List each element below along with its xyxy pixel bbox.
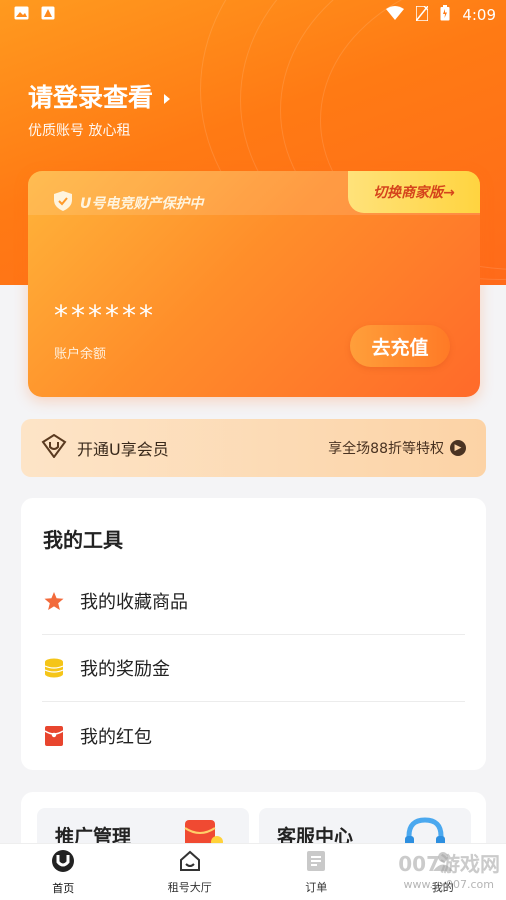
- balance-label: 账户余额: [54, 347, 107, 362]
- tool-item-favorites[interactable]: 我的收藏商品: [42, 568, 465, 635]
- app-notification-icon: [41, 6, 55, 24]
- gallery-icon: [14, 6, 29, 24]
- red-packet-icon: [44, 725, 64, 746]
- status-bar: 4:09: [0, 0, 506, 30]
- tool-item-rewards[interactable]: 我的奖励金: [42, 635, 465, 702]
- user-icon: [432, 850, 454, 875]
- tool-item-red-packet[interactable]: 我的红包: [42, 702, 465, 769]
- protection-badge: U号电竞财产保护中: [54, 191, 203, 215]
- watermark-url: www.yx007.com: [403, 878, 494, 891]
- switch-merchant-button[interactable]: 切换商家版→: [348, 171, 480, 213]
- bottom-tab-bar: 首页 租号大厅 订单 我的: [0, 843, 506, 900]
- login-prompt[interactable]: 请登录查看: [28, 78, 171, 114]
- battery-icon: [440, 5, 450, 25]
- login-title-text: 请登录查看: [28, 83, 154, 112]
- chevron-right-icon: [163, 82, 171, 111]
- tools-title: 我的工具: [43, 528, 123, 552]
- protection-text: U号电竞财产保护中: [80, 196, 204, 212]
- home-icon: [179, 850, 201, 875]
- play-arrow-icon: ▶: [450, 440, 466, 456]
- status-time: 4:09: [462, 6, 496, 24]
- tab-rental-hall[interactable]: 租号大厅: [127, 844, 254, 900]
- tool-label: 我的收藏商品: [80, 592, 188, 613]
- tab-label: 订单: [305, 880, 328, 894]
- coin-stack-icon: [44, 658, 64, 678]
- tab-label: 首页: [52, 881, 75, 895]
- document-icon: [306, 850, 326, 875]
- vip-banner[interactable]: 开通U享会员 享全场88折等特权 ▶: [21, 419, 486, 477]
- tab-home[interactable]: 首页: [0, 844, 127, 900]
- tab-mine[interactable]: 我的: [380, 844, 506, 900]
- account-card: U号电竞财产保护中 切换商家版→ ****** 账户余额 去充值: [28, 171, 480, 397]
- tools-panel: 我的工具 我的收藏商品 我的奖励金 我的红包: [21, 498, 486, 770]
- tab-label: 租号大厅: [167, 880, 212, 894]
- login-subtitle: 优质账号 放心租: [28, 123, 131, 139]
- balance-masked: ******: [54, 299, 156, 332]
- no-sim-icon: [415, 4, 430, 25]
- vip-label: 开通U享会员: [77, 440, 169, 459]
- vip-u-icon: [41, 433, 67, 462]
- tool-label: 我的奖励金: [80, 659, 170, 680]
- tab-orders[interactable]: 订单: [253, 844, 380, 900]
- star-icon: [44, 591, 64, 611]
- tool-label: 我的红包: [80, 726, 152, 748]
- recharge-button[interactable]: 去充值: [350, 325, 450, 367]
- wifi-icon: [386, 6, 405, 24]
- u-logo-icon: [51, 849, 75, 876]
- shield-icon: [54, 191, 72, 215]
- vip-benefit: 享全场88折等特权: [328, 441, 444, 457]
